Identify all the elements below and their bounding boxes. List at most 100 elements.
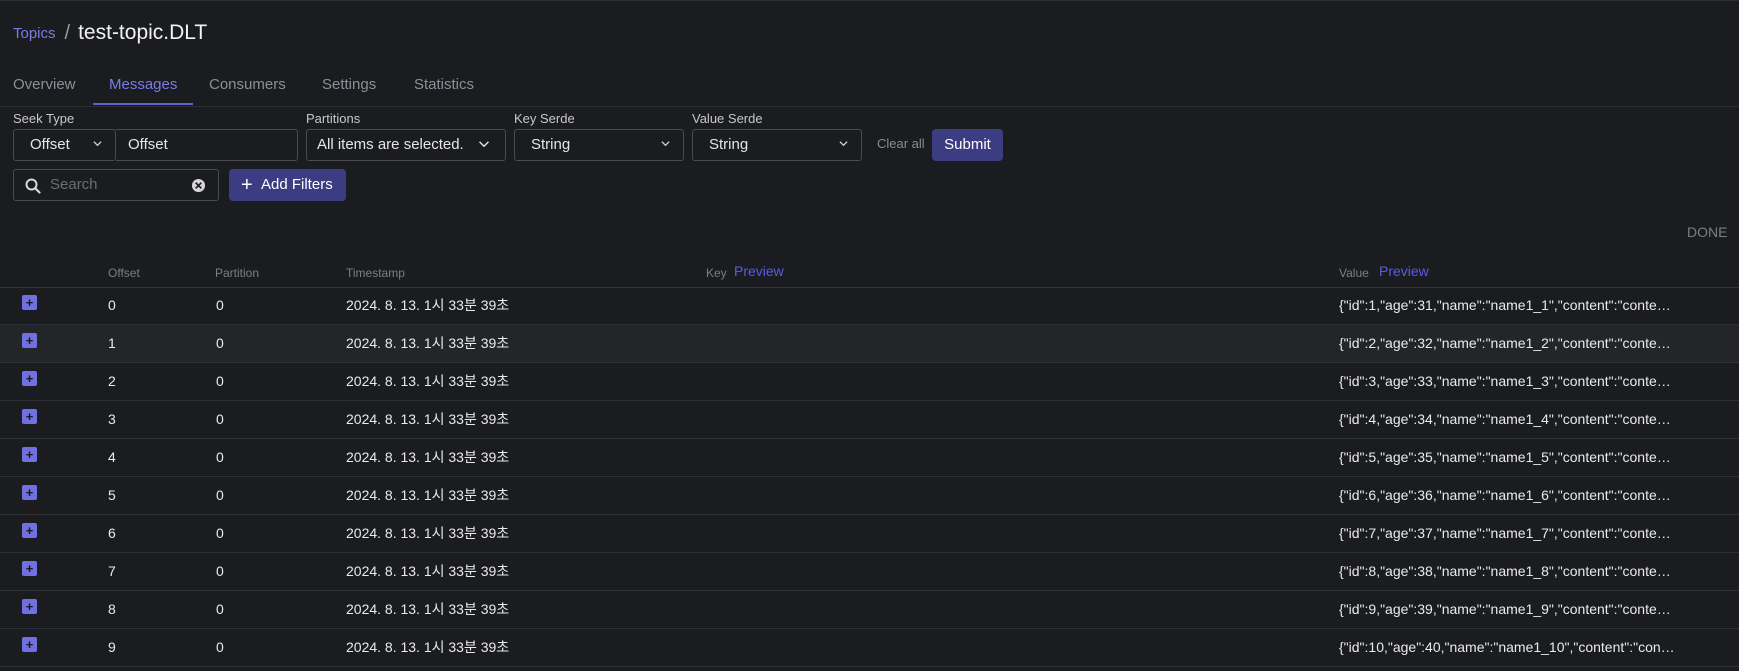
value-serde-label: Value Serde bbox=[692, 111, 763, 126]
add-filters-label: Add Filters bbox=[261, 176, 333, 193]
value-serde-select[interactable]: String bbox=[692, 129, 862, 161]
plus-icon: + bbox=[241, 174, 253, 196]
tab-statistics[interactable]: Statistics bbox=[414, 66, 474, 106]
tab-overview[interactable]: Overview bbox=[13, 66, 76, 106]
column-header-value: Value bbox=[1339, 266, 1369, 280]
cell-partition: 0 bbox=[216, 487, 224, 503]
column-header-offset: Offset bbox=[108, 266, 140, 280]
table-row: + 6 0 2024. 8. 13. 1시 33분 39초 {"id":7,"a… bbox=[0, 515, 1739, 553]
clear-all-button[interactable]: Clear all bbox=[877, 136, 925, 151]
cell-offset: 4 bbox=[108, 449, 116, 465]
search-icon bbox=[25, 178, 41, 194]
cell-timestamp: 2024. 8. 13. 1시 33분 39초 bbox=[346, 449, 510, 465]
table-row: + 0 0 2024. 8. 13. 1시 33분 39초 {"id":1,"a… bbox=[0, 287, 1739, 325]
table-row: + 7 0 2024. 8. 13. 1시 33분 39초 {"id":8,"a… bbox=[0, 553, 1739, 591]
tab-messages[interactable]: Messages bbox=[109, 66, 177, 106]
partitions-select[interactable]: All items are selected. bbox=[306, 129, 506, 161]
cell-timestamp: 2024. 8. 13. 1시 33분 39초 bbox=[346, 487, 510, 503]
offset-input-value: Offset bbox=[128, 136, 168, 153]
cell-value: {"id":6,"age":36,"name":"name1_6","conte… bbox=[1339, 487, 1677, 503]
expand-row-icon[interactable]: + bbox=[22, 447, 37, 462]
cell-timestamp: 2024. 8. 13. 1시 33분 39초 bbox=[346, 411, 510, 427]
expand-row-icon[interactable]: + bbox=[22, 599, 37, 614]
cell-value: {"id":3,"age":33,"name":"name1_3","conte… bbox=[1339, 373, 1677, 389]
expand-row-icon[interactable]: + bbox=[22, 637, 37, 652]
cell-value: {"id":4,"age":34,"name":"name1_4","conte… bbox=[1339, 411, 1677, 427]
breadcrumb: Topics / test-topic.DLT bbox=[13, 18, 207, 48]
cell-value: {"id":8,"age":38,"name":"name1_8","conte… bbox=[1339, 563, 1677, 579]
key-serde-label: Key Serde bbox=[514, 111, 575, 126]
cell-value: {"id":9,"age":39,"name":"name1_9","conte… bbox=[1339, 601, 1677, 617]
cell-partition: 0 bbox=[216, 639, 224, 655]
cell-timestamp: 2024. 8. 13. 1시 33분 39초 bbox=[346, 525, 510, 541]
table-row: + 1 0 2024. 8. 13. 1시 33분 39초 {"id":2,"a… bbox=[0, 325, 1739, 363]
expand-row-icon[interactable]: + bbox=[22, 523, 37, 538]
table-row: + 8 0 2024. 8. 13. 1시 33분 39초 {"id":9,"a… bbox=[0, 591, 1739, 629]
tab-settings[interactable]: Settings bbox=[322, 66, 376, 106]
cell-value: {"id":10,"age":40,"name":"name1_10","con… bbox=[1339, 639, 1677, 655]
breadcrumb-topics-link[interactable]: Topics bbox=[13, 25, 56, 42]
column-header-key: Key bbox=[706, 266, 727, 280]
expand-row-icon[interactable]: + bbox=[22, 561, 37, 576]
active-tab-indicator bbox=[93, 103, 193, 105]
cell-partition: 0 bbox=[216, 563, 224, 579]
cell-timestamp: 2024. 8. 13. 1시 33분 39초 bbox=[346, 373, 510, 389]
search-placeholder: Search bbox=[50, 176, 98, 193]
cell-offset: 6 bbox=[108, 525, 116, 541]
chevron-down-icon bbox=[661, 141, 670, 147]
cell-offset: 0 bbox=[108, 297, 116, 313]
cell-timestamp: 2024. 8. 13. 1시 33분 39초 bbox=[346, 639, 510, 655]
table-row: + 3 0 2024. 8. 13. 1시 33분 39초 {"id":4,"a… bbox=[0, 401, 1739, 439]
cell-timestamp: 2024. 8. 13. 1시 33분 39초 bbox=[346, 563, 510, 579]
cell-timestamp: 2024. 8. 13. 1시 33분 39초 bbox=[346, 297, 510, 313]
seek-type-label: Seek Type bbox=[13, 111, 75, 126]
submit-button[interactable]: Submit bbox=[932, 129, 1003, 161]
partitions-value: All items are selected. bbox=[317, 136, 464, 153]
tab-consumers[interactable]: Consumers bbox=[209, 66, 286, 106]
add-filters-button[interactable]: + Add Filters bbox=[229, 169, 346, 201]
search-input[interactable]: Search bbox=[13, 169, 219, 201]
key-preview-button[interactable]: Preview bbox=[734, 263, 784, 279]
key-serde-value: String bbox=[531, 136, 571, 153]
cell-value: {"id":1,"age":31,"name":"name1_1","conte… bbox=[1339, 297, 1677, 313]
messages-table-header: Offset Partition Timestamp Key Preview V… bbox=[0, 260, 1739, 288]
cell-partition: 0 bbox=[216, 335, 224, 351]
table-row: + 5 0 2024. 8. 13. 1시 33분 39초 {"id":6,"a… bbox=[0, 477, 1739, 515]
clear-circle-icon[interactable] bbox=[191, 178, 206, 193]
cell-partition: 0 bbox=[216, 297, 224, 313]
cell-value: {"id":5,"age":35,"name":"name1_5","conte… bbox=[1339, 449, 1677, 465]
cell-offset: 2 bbox=[108, 373, 116, 389]
cell-partition: 0 bbox=[216, 411, 224, 427]
expand-row-icon[interactable]: + bbox=[22, 333, 37, 348]
chevron-down-icon bbox=[478, 141, 490, 148]
cell-offset: 5 bbox=[108, 487, 116, 503]
key-serde-select[interactable]: String bbox=[514, 129, 684, 161]
cell-offset: 8 bbox=[108, 601, 116, 617]
page-title: test-topic.DLT bbox=[78, 21, 208, 44]
cell-partition: 0 bbox=[216, 373, 224, 389]
expand-row-icon[interactable]: + bbox=[22, 371, 37, 386]
seek-type-select[interactable]: Offset bbox=[13, 129, 116, 161]
cell-value: {"id":2,"age":32,"name":"name1_2","conte… bbox=[1339, 335, 1677, 351]
expand-row-icon[interactable]: + bbox=[22, 295, 37, 310]
cell-offset: 1 bbox=[108, 335, 116, 351]
fetch-status: DONE bbox=[1687, 224, 1728, 240]
cell-timestamp: 2024. 8. 13. 1시 33분 39초 bbox=[346, 601, 510, 617]
cell-offset: 9 bbox=[108, 639, 116, 655]
cell-offset: 7 bbox=[108, 563, 116, 579]
topic-tabs: Overview Messages Consumers Settings Sta… bbox=[0, 66, 1739, 107]
value-serde-value: String bbox=[709, 136, 749, 153]
column-header-partition: Partition bbox=[215, 266, 260, 280]
expand-row-icon[interactable]: + bbox=[22, 485, 37, 500]
offset-input[interactable]: Offset bbox=[116, 129, 298, 161]
cell-timestamp: 2024. 8. 13. 1시 33분 39초 bbox=[346, 335, 510, 351]
partitions-label: Partitions bbox=[306, 111, 361, 126]
chevron-down-icon bbox=[93, 141, 102, 147]
seek-type-value: Offset bbox=[30, 136, 70, 153]
top-border bbox=[0, 0, 1739, 1]
cell-partition: 0 bbox=[216, 525, 224, 541]
cell-partition: 0 bbox=[216, 601, 224, 617]
table-row: + 4 0 2024. 8. 13. 1시 33분 39초 {"id":5,"a… bbox=[0, 439, 1739, 477]
value-preview-button[interactable]: Preview bbox=[1379, 263, 1429, 279]
expand-row-icon[interactable]: + bbox=[22, 409, 37, 424]
